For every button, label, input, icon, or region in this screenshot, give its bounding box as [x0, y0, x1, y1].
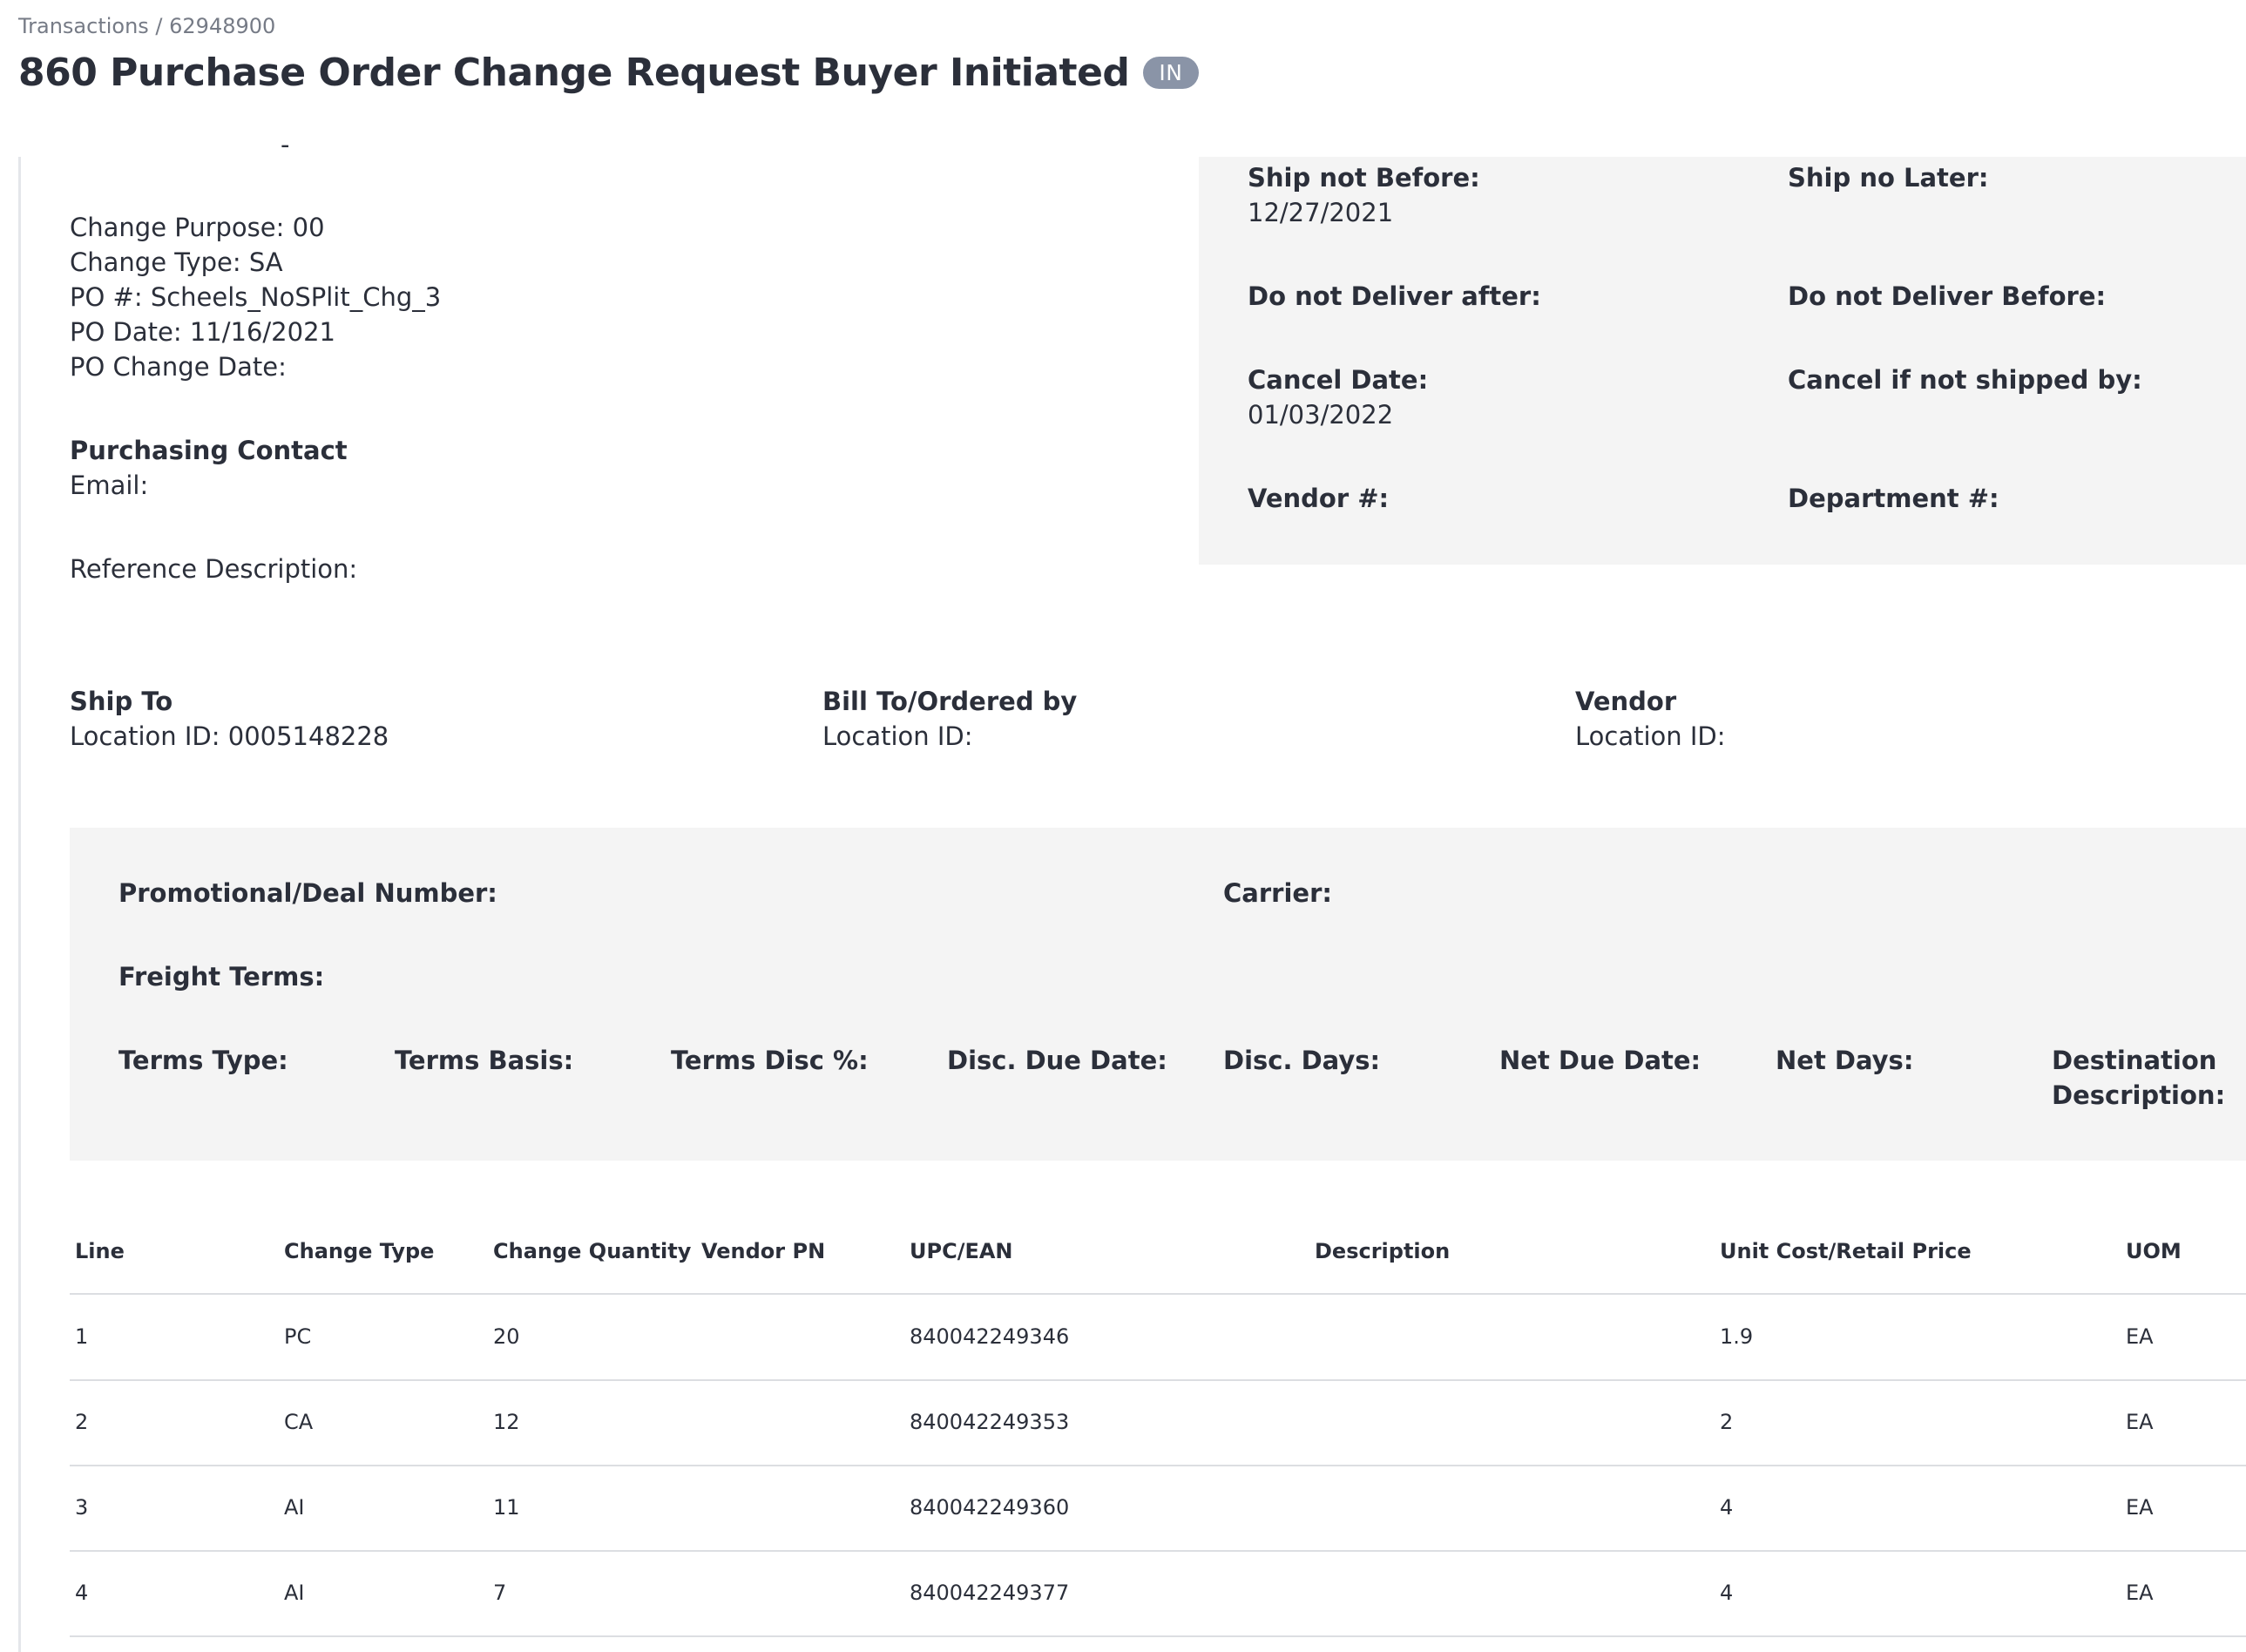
cancel-date-label: Cancel Date: — [1248, 365, 1429, 395]
table-cell-change-type: AI — [284, 1581, 305, 1605]
table-cell-line: 1 — [75, 1324, 89, 1349]
breadcrumb[interactable]: Transactions / 62948900 — [18, 14, 275, 38]
table-cell-line: 2 — [75, 1410, 89, 1434]
table-cell-uom: EA — [2126, 1495, 2154, 1520]
cancel-date-value: 01/03/2022 — [1248, 400, 1394, 430]
col-header-vendor-pn[interactable]: Vendor PN — [701, 1239, 825, 1263]
table-cell-upc-ean: 840042249377 — [910, 1581, 1070, 1605]
col-header-line[interactable]: Line — [75, 1239, 125, 1263]
col-header-change-quantity[interactable]: Change Quantity — [493, 1239, 691, 1263]
freight-terms-label: Freight Terms: — [118, 962, 325, 992]
po-change-date: PO Change Date: — [70, 352, 287, 382]
carrier-label: Carrier: — [1223, 878, 1332, 908]
page-title: 860 Purchase Order Change Request Buyer … — [18, 51, 1199, 95]
table-cell-change-quantity: 20 — [493, 1324, 520, 1349]
direction-badge: IN — [1143, 57, 1199, 89]
net-days-label: Net Days: — [1776, 1046, 1914, 1075]
do-not-deliver-before-label: Do not Deliver Before: — [1788, 281, 2107, 311]
destination-label-line2: Description: — [2052, 1080, 2226, 1110]
content-left-border — [18, 157, 21, 1652]
col-header-uom[interactable]: UOM — [2126, 1239, 2182, 1263]
table-cell-unit-cost: 4 — [1720, 1495, 1734, 1520]
ship-to-location: Location ID: 0005148228 — [70, 721, 389, 751]
destination-description-label: Destination Description: — [2052, 1043, 2225, 1113]
terms-disc-pct-label: Terms Disc %: — [671, 1046, 869, 1075]
terms-basis-label: Terms Basis: — [395, 1046, 574, 1075]
change-purpose: Change Purpose: 00 — [70, 213, 325, 242]
ship-not-before-value: 12/27/2021 — [1248, 198, 1394, 227]
do-not-deliver-after-label: Do not Deliver after: — [1248, 281, 1541, 311]
table-cell-upc-ean: 840042249360 — [910, 1495, 1070, 1520]
table-cell-unit-cost: 4 — [1720, 1581, 1734, 1605]
header-divider — [70, 1293, 2246, 1295]
ship-no-later-label: Ship no Later: — [1788, 163, 1989, 193]
table-cell-line: 4 — [75, 1581, 89, 1605]
destination-label-line1: Destination — [2052, 1046, 2217, 1075]
ship-not-before-label: Ship not Before: — [1248, 163, 1480, 193]
table-cell-change-quantity: 7 — [493, 1581, 507, 1605]
vendor-location: Location ID: — [1575, 721, 1726, 751]
page-title-text: 860 Purchase Order Change Request Buyer … — [18, 51, 1130, 95]
table-cell-uom: EA — [2126, 1581, 2154, 1605]
row-divider — [70, 1465, 2246, 1466]
col-header-description[interactable]: Description — [1315, 1239, 1450, 1263]
vendor-number-label: Vendor #: — [1248, 484, 1390, 513]
table-cell-uom: EA — [2126, 1324, 2154, 1349]
table-cell-unit-cost: 2 — [1720, 1410, 1734, 1434]
truncated-dash: - — [281, 130, 290, 159]
table-cell-change-quantity: 11 — [493, 1495, 520, 1520]
col-header-upc-ean[interactable]: UPC/EAN — [910, 1239, 1013, 1263]
department-number-label: Department #: — [1788, 484, 1999, 513]
reference-description: Reference Description: — [70, 554, 358, 584]
promo-deal-label: Promotional/Deal Number: — [118, 878, 497, 908]
purchasing-contact-email: Email: — [70, 471, 149, 500]
row-divider — [70, 1379, 2246, 1381]
disc-due-date-label: Disc. Due Date: — [947, 1046, 1167, 1075]
cancel-if-not-shipped-label: Cancel if not shipped by: — [1788, 365, 2142, 395]
table-cell-line: 3 — [75, 1495, 89, 1520]
purchasing-contact-label: Purchasing Contact — [70, 436, 348, 465]
table-cell-upc-ean: 840042249353 — [910, 1410, 1070, 1434]
row-divider — [70, 1550, 2246, 1552]
terms-type-label: Terms Type: — [118, 1046, 288, 1075]
ship-to-label: Ship To — [70, 687, 173, 716]
change-type: Change Type: SA — [70, 247, 283, 277]
po-date: PO Date: 11/16/2021 — [70, 317, 335, 347]
table-cell-unit-cost: 1.9 — [1720, 1324, 1754, 1349]
table-cell-change-type: CA — [284, 1410, 314, 1434]
table-cell-change-quantity: 12 — [493, 1410, 520, 1434]
table-cell-change-type: AI — [284, 1495, 305, 1520]
col-header-unit-cost[interactable]: Unit Cost/Retail Price — [1720, 1239, 1972, 1263]
disc-days-label: Disc. Days: — [1223, 1046, 1381, 1075]
col-header-change-type[interactable]: Change Type — [284, 1239, 434, 1263]
table-cell-change-type: PC — [284, 1324, 312, 1349]
table-cell-uom: EA — [2126, 1410, 2154, 1434]
bill-to-location: Location ID: — [822, 721, 973, 751]
bill-to-label: Bill To/Ordered by — [822, 687, 1078, 716]
vendor-label: Vendor — [1575, 687, 1677, 716]
table-cell-upc-ean: 840042249346 — [910, 1324, 1070, 1349]
po-number: PO #: Scheels_NoSPlit_Chg_3 — [70, 282, 442, 312]
row-divider — [70, 1635, 2246, 1637]
net-due-date-label: Net Due Date: — [1499, 1046, 1701, 1075]
